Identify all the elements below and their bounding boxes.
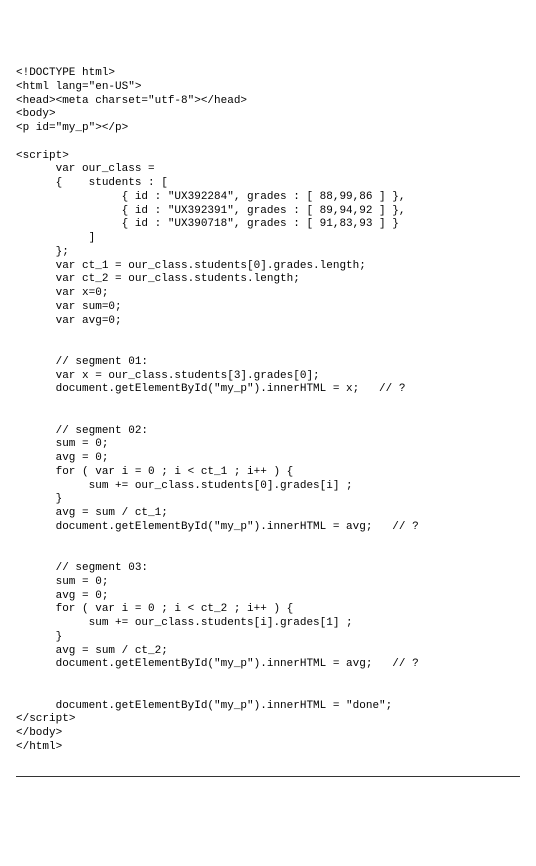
code-block: <!DOCTYPE html> <html lang="en-US"> <hea… — [16, 67, 520, 755]
code-text-a: <!DOCTYPE html> <html lang="en-US"> <hea… — [16, 67, 419, 725]
divider — [16, 776, 520, 777]
